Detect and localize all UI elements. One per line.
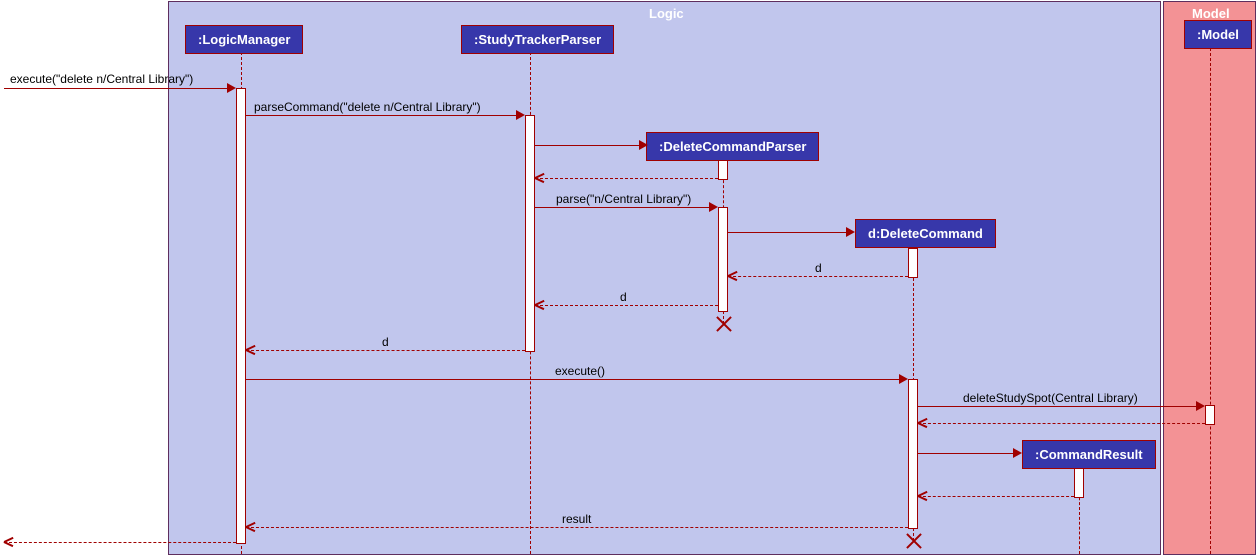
participant-model: :Model [1184,20,1252,49]
msg-parsecommand: parseCommand("delete n/Central Library") [254,100,481,114]
arrow-create-dc [728,232,848,233]
participant-command-result: :CommandResult [1022,440,1156,469]
arrow-d3 [246,350,525,351]
arrow-d2 [535,305,718,306]
msg-deletestudyspot: deleteStudySpot(Central Library) [963,391,1138,405]
msg-execute-call: execute() [555,364,605,378]
activation-logic-manager [236,88,246,544]
arrow-deletestudyspot [918,406,1198,407]
arrow-final-return [4,542,236,543]
activation-model [1205,405,1215,425]
activation-dc-create [908,248,918,278]
arrow-create-dcp [535,145,641,146]
arrowhead-deletestudyspot [1196,401,1205,411]
msg-d2: d [620,290,627,304]
arrow-return-model [918,423,1205,424]
arrowhead-create-dcp [639,140,648,150]
arrowhead-parse [709,202,718,212]
arrowhead-create-cr [1013,448,1022,458]
activation-dcp-parse [718,207,728,312]
arrow-d1 [728,276,908,277]
participant-logic-manager: :LogicManager [185,25,303,54]
arrowhead-execute-call [899,374,908,384]
arrowhead-execute [227,83,236,93]
msg-parse: parse("n/Central Library") [556,192,691,206]
participant-study-tracker-parser: :StudyTrackerParser [461,25,614,54]
arrowhead-parsecommand [516,110,525,120]
msg-d1: d [815,261,822,275]
arrow-execute [4,88,229,89]
activation-command-result [1074,468,1084,498]
arrowhead-create-dc [846,227,855,237]
destroy-dc [903,531,923,551]
activation-dcp-create [718,160,728,180]
model-frame-label: Model [1192,6,1230,21]
arrow-create-cr [918,453,1015,454]
destroy-dcp [713,314,733,334]
arrow-return-cr [918,496,1074,497]
participant-delete-command-parser: :DeleteCommandParser [646,132,819,161]
activation-dc-execute [908,379,918,529]
logic-frame: Logic [168,1,1161,555]
participant-delete-command: d:DeleteCommand [855,219,996,248]
arrow-return-dcp [535,178,718,179]
arrow-execute-call [246,379,901,380]
activation-study-tracker-parser [525,115,535,352]
logic-frame-label: Logic [649,6,684,21]
arrow-result [246,527,908,528]
lifeline-model [1210,48,1211,554]
msg-result: result [562,512,591,526]
arrow-parse [535,207,711,208]
msg-execute: execute("delete n/Central Library") [10,72,193,86]
msg-d3: d [382,335,389,349]
arrow-parsecommand [246,115,518,116]
